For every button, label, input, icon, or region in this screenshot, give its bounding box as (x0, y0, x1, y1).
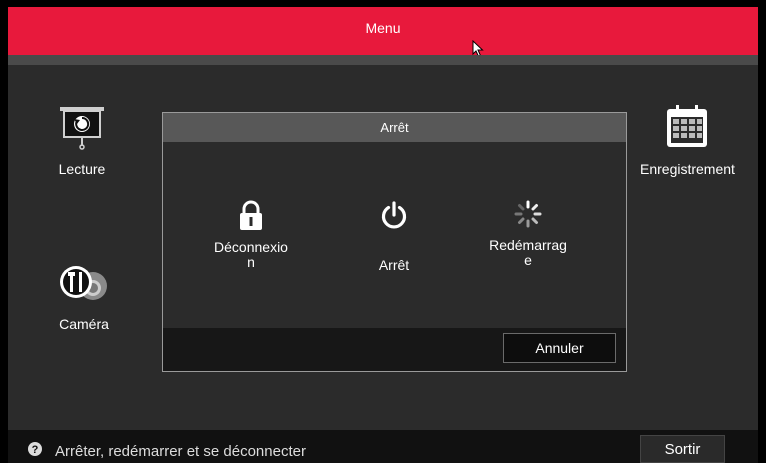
playback-icon (60, 107, 104, 150)
cancel-button[interactable]: Annuler (503, 333, 616, 363)
svg-text:?: ? (32, 444, 39, 456)
menu-tile-lecture[interactable]: Lecture (56, 105, 108, 177)
exit-button[interactable]: Sortir (640, 435, 725, 463)
dialog-title: Arrêt (380, 120, 409, 135)
shutdown-option[interactable]: Arrêt (354, 201, 434, 273)
reboot-option[interactable]: Redémarrag e (473, 199, 583, 268)
camera-settings-icon (60, 266, 107, 300)
status-help-text: Arrêter, redémarrer et se déconnecter (55, 443, 306, 460)
page-title: Menu (365, 20, 401, 36)
lock-icon (240, 200, 262, 230)
help-icon: ? (28, 442, 42, 456)
logout-option[interactable]: Déconnexio n (201, 199, 301, 270)
title-bar: Menu (8, 7, 758, 55)
shutdown-label: Arrêt (378, 257, 410, 273)
menu-tile-label: Caméra (59, 316, 109, 332)
menu-tile-camera[interactable]: Caméra (55, 258, 113, 332)
calendar-icon (667, 105, 708, 147)
reboot-label: Redémarrag e (489, 237, 567, 268)
logout-label: Déconnexio n (214, 239, 288, 270)
power-icon (381, 201, 407, 229)
dialog-title-bar: Arrêt (163, 113, 626, 142)
spinner-icon (514, 200, 542, 228)
menu-tile-label: Enregistrement (640, 161, 735, 177)
menu-tile-enregistrement[interactable]: Enregistrement (640, 103, 735, 177)
menu-tile-label: Lecture (58, 161, 106, 177)
shutdown-dialog: Arrêt Déconnexio n Arrêt Redémarrag e An… (162, 112, 627, 372)
title-divider (8, 55, 758, 65)
